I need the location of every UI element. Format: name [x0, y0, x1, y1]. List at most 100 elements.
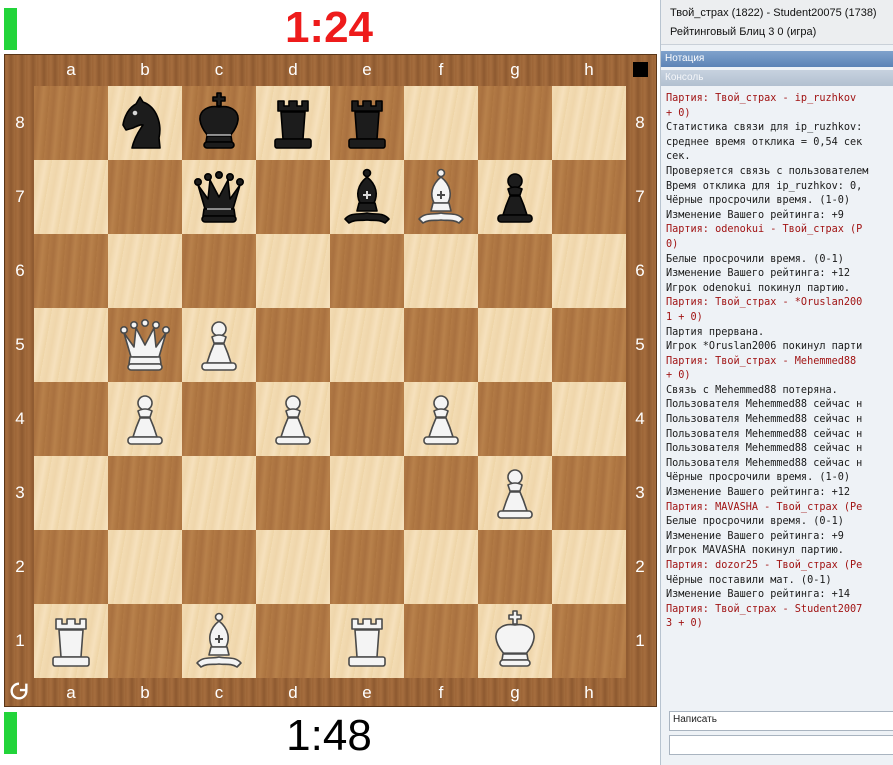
- black-rook-icon[interactable]: [335, 91, 399, 155]
- rank-label-6: 6: [635, 261, 645, 280]
- square-h6[interactable]: [552, 234, 626, 308]
- square-f2[interactable]: [404, 530, 478, 604]
- game-log-line: + 0): [666, 107, 691, 119]
- black-pawn-icon[interactable]: [483, 165, 547, 229]
- rotate-icon[interactable]: [8, 680, 30, 702]
- square-e2[interactable]: [330, 530, 404, 604]
- square-b7[interactable]: [108, 160, 182, 234]
- square-f4[interactable]: [404, 382, 478, 456]
- game-log-line: 3 + 0): [666, 618, 703, 630]
- square-c8[interactable]: [182, 86, 256, 160]
- square-a1[interactable]: [34, 604, 108, 678]
- white-king-icon[interactable]: [483, 609, 547, 673]
- square-d8[interactable]: [256, 86, 330, 160]
- black-queen-icon[interactable]: [187, 165, 251, 229]
- game-log-line: + 0): [666, 370, 691, 382]
- square-e8[interactable]: [330, 86, 404, 160]
- info-log-line: Время отклика для ip_ruzhkov: 0,: [666, 180, 863, 192]
- square-c2[interactable]: [182, 530, 256, 604]
- square-a3[interactable]: [34, 456, 108, 530]
- white-pawn-icon[interactable]: [261, 387, 325, 451]
- square-d7[interactable]: [256, 160, 330, 234]
- square-g2[interactable]: [478, 530, 552, 604]
- white-pawn-icon[interactable]: [113, 387, 177, 451]
- info-log-line: Изменение Вашего рейтинга: +14: [666, 589, 851, 601]
- square-f8[interactable]: [404, 86, 478, 160]
- square-d1[interactable]: [256, 604, 330, 678]
- square-d3[interactable]: [256, 456, 330, 530]
- square-c4[interactable]: [182, 382, 256, 456]
- square-g6[interactable]: [478, 234, 552, 308]
- square-f1[interactable]: [404, 604, 478, 678]
- square-a2[interactable]: [34, 530, 108, 604]
- square-a4[interactable]: [34, 382, 108, 456]
- square-c7[interactable]: [182, 160, 256, 234]
- white-pawn-icon[interactable]: [409, 387, 473, 451]
- square-e7[interactable]: [330, 160, 404, 234]
- square-g3[interactable]: [478, 456, 552, 530]
- square-h7[interactable]: [552, 160, 626, 234]
- white-bishop-icon[interactable]: [409, 165, 473, 229]
- white-pawn-icon[interactable]: [187, 313, 251, 377]
- square-a7[interactable]: [34, 160, 108, 234]
- black-knight-icon[interactable]: [113, 91, 177, 155]
- square-d2[interactable]: [256, 530, 330, 604]
- black-rook-icon[interactable]: [261, 91, 325, 155]
- square-b4[interactable]: [108, 382, 182, 456]
- square-g7[interactable]: [478, 160, 552, 234]
- square-b2[interactable]: [108, 530, 182, 604]
- square-d5[interactable]: [256, 308, 330, 382]
- chess-board[interactable]: [34, 86, 626, 678]
- square-d6[interactable]: [256, 234, 330, 308]
- info-log-line: сек.: [666, 151, 691, 163]
- square-f5[interactable]: [404, 308, 478, 382]
- square-c1[interactable]: [182, 604, 256, 678]
- square-h5[interactable]: [552, 308, 626, 382]
- white-rook-icon[interactable]: [39, 609, 103, 673]
- send-message-button[interactable]: Написать: [669, 711, 893, 731]
- square-b6[interactable]: [108, 234, 182, 308]
- white-rook-icon[interactable]: [335, 609, 399, 673]
- white-pawn-icon[interactable]: [483, 461, 547, 525]
- tab-notation[interactable]: Нотация: [661, 51, 893, 67]
- square-g4[interactable]: [478, 382, 552, 456]
- square-e3[interactable]: [330, 456, 404, 530]
- square-b5[interactable]: [108, 308, 182, 382]
- chat-input[interactable]: [669, 735, 893, 755]
- square-c5[interactable]: [182, 308, 256, 382]
- square-e1[interactable]: [330, 604, 404, 678]
- white-queen-icon[interactable]: [113, 313, 177, 377]
- square-h4[interactable]: [552, 382, 626, 456]
- square-f7[interactable]: [404, 160, 478, 234]
- square-f3[interactable]: [404, 456, 478, 530]
- square-h2[interactable]: [552, 530, 626, 604]
- game-log-line: Партия: odenokui - Твой_страх (Р: [666, 224, 863, 236]
- info-log-line: Игрок MAVASHA покинул партию.: [666, 545, 844, 557]
- square-b3[interactable]: [108, 456, 182, 530]
- square-a6[interactable]: [34, 234, 108, 308]
- square-h1[interactable]: [552, 604, 626, 678]
- square-d4[interactable]: [256, 382, 330, 456]
- file-label-c: c: [214, 60, 224, 79]
- square-e4[interactable]: [330, 382, 404, 456]
- info-log-line: Проверяется связь с пользователем: [666, 165, 869, 177]
- square-a8[interactable]: [34, 86, 108, 160]
- square-g5[interactable]: [478, 308, 552, 382]
- black-king-icon[interactable]: [187, 91, 251, 155]
- black-bishop-icon[interactable]: [335, 165, 399, 229]
- white-bishop-icon[interactable]: [187, 609, 251, 673]
- square-f6[interactable]: [404, 234, 478, 308]
- tab-console[interactable]: Консоль: [661, 70, 893, 86]
- rank-label-6: 6: [15, 261, 25, 280]
- square-h3[interactable]: [552, 456, 626, 530]
- square-e5[interactable]: [330, 308, 404, 382]
- square-h8[interactable]: [552, 86, 626, 160]
- square-g1[interactable]: [478, 604, 552, 678]
- square-b8[interactable]: [108, 86, 182, 160]
- square-b1[interactable]: [108, 604, 182, 678]
- square-g8[interactable]: [478, 86, 552, 160]
- square-c3[interactable]: [182, 456, 256, 530]
- square-e6[interactable]: [330, 234, 404, 308]
- square-c6[interactable]: [182, 234, 256, 308]
- square-a5[interactable]: [34, 308, 108, 382]
